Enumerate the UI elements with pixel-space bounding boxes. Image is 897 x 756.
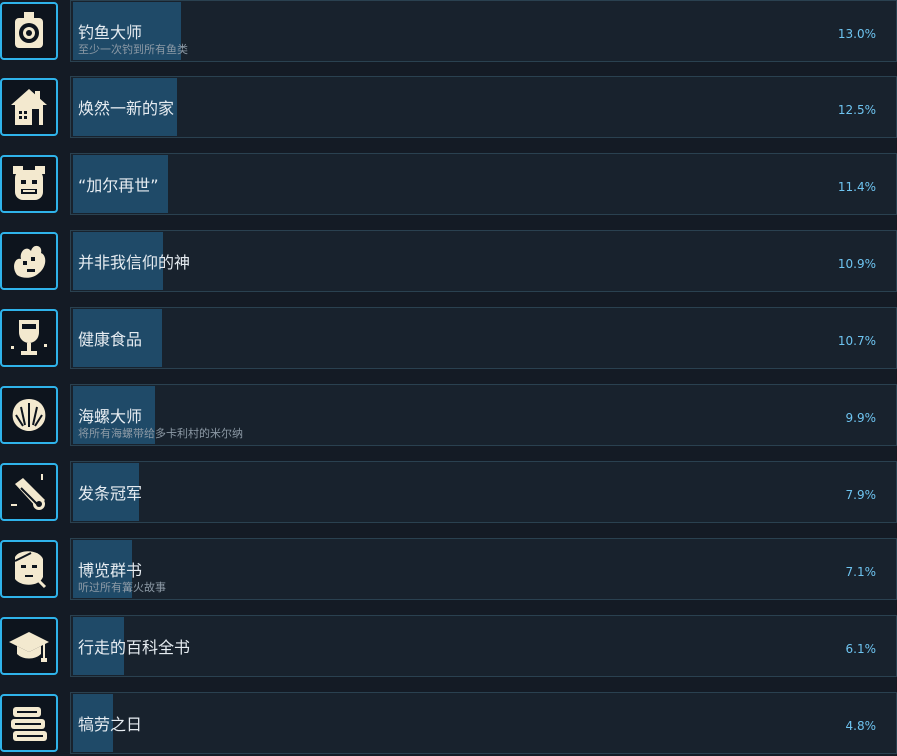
achievement-percent: 10.9%	[837, 257, 876, 271]
achievement-row[interactable]: “加尔再世” 11.4%	[0, 153, 897, 217]
seashell-icon	[12, 399, 46, 431]
achievement-panel: 犒劳之日 4.8%	[70, 692, 897, 754]
achievement-panel: 健康食品 10.7%	[70, 307, 897, 369]
achievement-row[interactable]: 博览群书 听过所有篝火故事 7.1%	[0, 538, 897, 602]
achievement-name: 犒劳之日	[78, 715, 143, 734]
achievement-percent: 7.9%	[845, 488, 877, 502]
achievement-percent: 4.8%	[845, 719, 877, 733]
grinning-face-icon	[13, 166, 45, 200]
tentacle-icon	[14, 245, 46, 278]
achievement-description: 听过所有篝火故事	[78, 581, 166, 594]
achievement-row[interactable]: 海螺大师 将所有海螺带给多卡利村的米尔纳 9.9%	[0, 384, 897, 448]
achievement-name: 博览群书	[78, 561, 143, 580]
achievement-icon-frame	[0, 540, 58, 598]
achievement-icon-frame	[0, 617, 58, 675]
achievement-percent: 11.4%	[837, 180, 876, 194]
achievement-icon-frame	[0, 309, 58, 367]
scroll-icon	[11, 474, 45, 510]
achievement-list: 钓鱼大师 至少一次钓到所有鱼类 13.0% 焕然一新的家 12.5% “加尔再世…	[0, 0, 897, 756]
achievement-name: 健康食品	[78, 330, 143, 349]
achievement-panel: 博览群书 听过所有篝火故事 7.1%	[70, 538, 897, 600]
achievement-name: “加尔再世”	[78, 176, 159, 195]
achievement-name: 并非我信仰的神	[78, 253, 191, 272]
achievement-row[interactable]: 焕然一新的家 12.5%	[0, 76, 897, 140]
achievement-icon-frame	[0, 155, 58, 213]
achievement-percent: 12.5%	[837, 103, 876, 117]
achievement-name: 钓鱼大师	[78, 23, 143, 42]
achievement-row[interactable]: 犒劳之日 4.8%	[0, 692, 897, 756]
achievement-panel: “加尔再世” 11.4%	[70, 153, 897, 215]
achievement-description: 至少一次钓到所有鱼类	[78, 43, 188, 56]
achievement-name: 海螺大师	[78, 407, 143, 426]
achievement-panel: 钓鱼大师 至少一次钓到所有鱼类 13.0%	[70, 0, 897, 62]
achievement-percent: 9.9%	[845, 411, 877, 425]
achievement-panel: 海螺大师 将所有海螺带给多卡利村的米尔纳 9.9%	[70, 384, 897, 446]
reader-face-icon	[14, 551, 47, 589]
achievement-panel: 行走的百科全书 6.1%	[70, 615, 897, 677]
achievement-row[interactable]: 发条冠军 7.9%	[0, 461, 897, 525]
achievement-icon-frame	[0, 78, 58, 136]
achievement-icon-frame	[0, 463, 58, 521]
achievement-name: 行走的百科全书	[78, 638, 191, 657]
achievement-icon-frame	[0, 386, 58, 444]
achievement-row[interactable]: 行走的百科全书 6.1%	[0, 615, 897, 679]
achievement-panel: 并非我信仰的神 10.9%	[70, 230, 897, 292]
goblet-icon	[11, 320, 47, 355]
achievement-percent: 10.7%	[837, 334, 876, 348]
achievement-row[interactable]: 健康食品 10.7%	[0, 307, 897, 371]
achievement-panel: 发条冠军 7.9%	[70, 461, 897, 523]
achievement-name: 焕然一新的家	[78, 99, 175, 118]
achievement-icon-frame	[0, 694, 58, 752]
achievement-row[interactable]: 并非我信仰的神 10.9%	[0, 230, 897, 294]
achievement-percent: 6.1%	[845, 642, 877, 656]
house-icon	[11, 89, 47, 125]
achievement-row[interactable]: 钓鱼大师 至少一次钓到所有鱼类 13.0%	[0, 0, 897, 64]
achievement-panel: 焕然一新的家 12.5%	[70, 76, 897, 138]
compass-icon	[15, 12, 43, 48]
achievement-percent: 13.0%	[837, 27, 876, 41]
achievement-name: 发条冠军	[78, 484, 143, 503]
towel-stack-icon	[11, 707, 47, 741]
achievement-icon-frame	[0, 232, 58, 290]
achievement-percent: 7.1%	[845, 565, 877, 579]
graduation-cap-icon	[9, 632, 49, 662]
achievement-icon-frame	[0, 2, 58, 60]
achievement-description: 将所有海螺带给多卡利村的米尔纳	[78, 427, 243, 440]
